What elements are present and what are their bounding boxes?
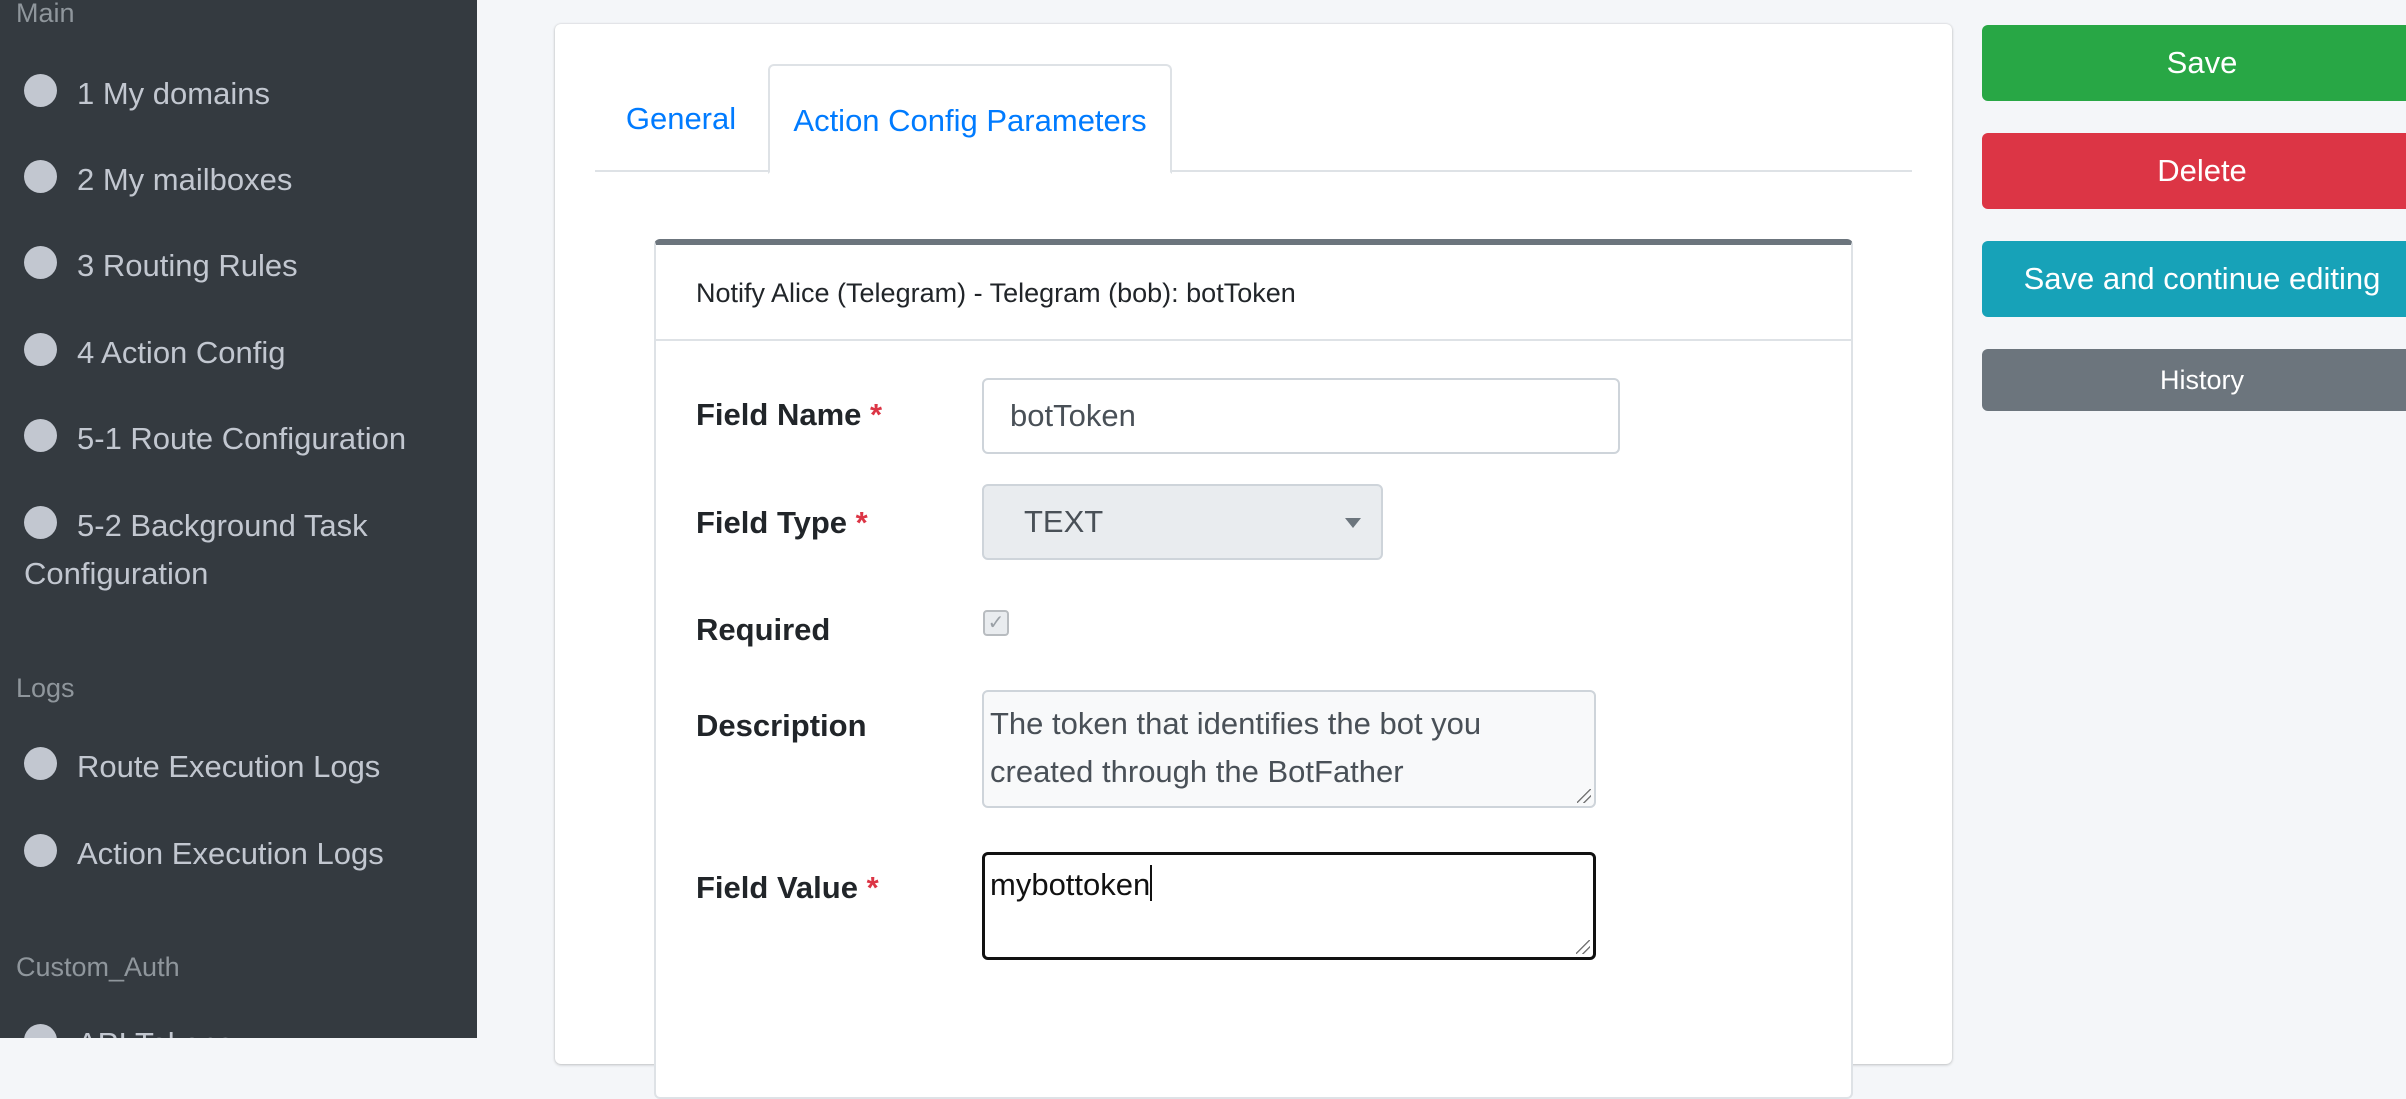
description-label: Description xyxy=(696,708,867,743)
field-value-textarea[interactable]: mybottoken xyxy=(982,852,1596,960)
sidebar-item-action-config[interactable]: 4 Action Config xyxy=(24,329,464,377)
sidebar-item-label: 5-1 Route Configuration xyxy=(77,421,407,456)
field-type-label-text: Field Type xyxy=(696,505,848,540)
sidebar-item-label: 1 My domains xyxy=(77,76,270,111)
save-and-continue-button[interactable]: Save and continue editing xyxy=(1982,241,2406,317)
circle-icon xyxy=(24,506,57,539)
circle-icon xyxy=(24,747,57,780)
description-textarea[interactable]: The token that identifies the bot you cr… xyxy=(982,690,1596,808)
sidebar: Main 1 My domains 2 My mailboxes 3 Routi… xyxy=(0,0,477,1038)
sidebar-item-label-line2: Configuration xyxy=(24,556,209,591)
tabs-bar: General Action Config Parameters xyxy=(595,64,1912,174)
circle-icon xyxy=(24,160,57,193)
inline-heading: Notify Alice (Telegram) - Telegram (bob)… xyxy=(656,245,1851,341)
required-asterisk: * xyxy=(855,505,868,540)
sidebar-header-main: Main xyxy=(16,0,75,28)
sidebar-item-label: API Tokens xyxy=(77,1026,233,1038)
field-value-text: mybottoken xyxy=(990,867,1151,902)
description-text: The token that identifies the bot you cr… xyxy=(990,706,1482,789)
sidebar-item-label-line1: 5-2 Background Task xyxy=(77,508,368,543)
sidebar-item-route-configuration[interactable]: 5-1 Route Configuration xyxy=(24,415,464,463)
sidebar-item-route-execution-logs[interactable]: Route Execution Logs xyxy=(24,743,464,791)
sidebar-item-background-task-configuration[interactable]: 5-2 Background Task xyxy=(24,502,464,550)
field-value-label: Field Value * xyxy=(696,870,879,906)
field-name-label: Field Name * xyxy=(696,397,882,433)
chevron-down-icon xyxy=(1345,518,1361,528)
circle-icon xyxy=(24,246,57,279)
required-checkbox[interactable]: ✓ xyxy=(983,610,1009,636)
field-name-label-text: Field Name xyxy=(696,397,862,432)
circle-icon xyxy=(24,74,57,107)
main-card: General Action Config Parameters Notify … xyxy=(555,24,1952,1099)
delete-button[interactable]: Delete xyxy=(1982,133,2406,209)
history-button[interactable]: History xyxy=(1982,349,2406,411)
sidebar-item-label: Action Execution Logs xyxy=(77,836,384,871)
sidebar-item-api-tokens[interactable]: API Tokens xyxy=(24,1020,464,1038)
sidebar-item-my-domains[interactable]: 1 My domains xyxy=(24,70,464,118)
sidebar-item-label: 3 Routing Rules xyxy=(77,248,298,283)
save-button[interactable]: Save xyxy=(1982,25,2406,101)
resize-handle-icon[interactable] xyxy=(1577,789,1591,803)
sidebar-item-action-execution-logs[interactable]: Action Execution Logs xyxy=(24,830,464,878)
resize-handle-icon[interactable] xyxy=(1576,940,1590,954)
required-asterisk: * xyxy=(870,397,883,432)
circle-icon xyxy=(24,1024,57,1038)
sidebar-item-my-mailboxes[interactable]: 2 My mailboxes xyxy=(24,156,464,204)
tab-general[interactable]: General xyxy=(595,64,767,174)
sidebar-item-label: Route Execution Logs xyxy=(77,749,381,784)
circle-icon xyxy=(24,419,57,452)
required-label: Required xyxy=(696,612,831,647)
circle-icon xyxy=(24,333,57,366)
circle-icon xyxy=(24,834,57,867)
sidebar-item-routing-rules[interactable]: 3 Routing Rules xyxy=(24,242,464,290)
required-asterisk: * xyxy=(866,870,879,905)
text-cursor xyxy=(1150,865,1153,901)
field-type-selected-value: TEXT xyxy=(1024,504,1104,539)
check-icon: ✓ xyxy=(987,612,1005,634)
field-name-input[interactable]: botToken xyxy=(982,378,1620,454)
sidebar-header-logs: Logs xyxy=(16,673,75,703)
field-type-label: Field Type * xyxy=(696,505,868,541)
sidebar-item-label: 4 Action Config xyxy=(77,335,286,370)
inline-parameter-box: Notify Alice (Telegram) - Telegram (bob)… xyxy=(654,239,1853,1099)
tab-action-config-parameters[interactable]: Action Config Parameters xyxy=(768,64,1172,174)
sidebar-header-custom-auth: Custom_Auth xyxy=(16,952,180,982)
sidebar-item-label: 2 My mailboxes xyxy=(77,162,293,197)
field-value-label-text: Field Value xyxy=(696,870,858,905)
field-type-select[interactable]: TEXT xyxy=(982,484,1383,560)
